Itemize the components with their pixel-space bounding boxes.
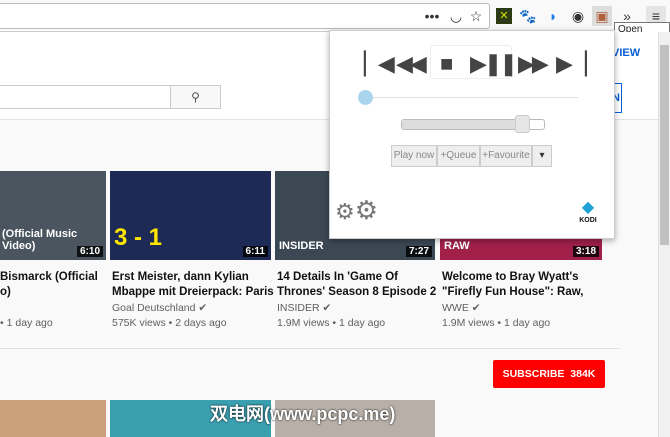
video-stats: 1.9M views • 1 day ago xyxy=(277,317,386,329)
channel-name[interactable]: WWE ✔ xyxy=(442,302,481,314)
video-thumbnail[interactable]: (Official Music Video) 6:10 xyxy=(0,171,106,260)
video-title[interactable]: Welcome to Bray Wyatt's "Firefly Fun Hou… xyxy=(442,270,604,300)
video-duration: 7:27 xyxy=(405,246,432,257)
fast-forward-icon[interactable]: ▶▶ xyxy=(518,51,549,77)
url-bar[interactable] xyxy=(0,3,490,29)
kodi-extension-icon[interactable]: ▣ xyxy=(592,6,612,26)
video-duration: 6:11 xyxy=(242,246,268,257)
video-stats: • 1 day ago xyxy=(0,317,53,329)
subscribe-button[interactable]: SUBSCRIBE 384K xyxy=(493,360,605,388)
verified-icon: ✔ xyxy=(322,302,332,314)
play-now-button[interactable]: Play now xyxy=(391,145,437,167)
extension-x-icon[interactable]: ✕ xyxy=(496,8,512,24)
video-stats: 575K views • 2 days ago xyxy=(112,317,227,329)
volume-slider-handle[interactable] xyxy=(515,115,531,133)
divider xyxy=(0,348,620,349)
thumbnail-overlay-text: INSIDER xyxy=(279,240,324,252)
favourite-button[interactable]: +Favourite xyxy=(480,145,532,167)
search-button[interactable]: ⚲ xyxy=(170,85,221,109)
kodi-logo: ◆ KODI xyxy=(579,199,597,224)
search-input[interactable] xyxy=(0,85,171,109)
video-duration: 6:10 xyxy=(76,246,103,257)
audio-extension-icon[interactable]: ◗ xyxy=(543,6,563,26)
channel-name[interactable]: Goal Deutschland ✔ xyxy=(112,302,207,314)
subscribe-label: SUBSCRIBE xyxy=(502,368,565,380)
view-link[interactable]: VIEW xyxy=(612,47,640,59)
settings-gears-icon[interactable]: ⚙⚙ xyxy=(335,195,378,226)
video-title[interactable]: 14 Details In 'Game Of Thrones' Season 8… xyxy=(277,270,439,300)
paw-extension-icon[interactable]: 🐾 xyxy=(518,6,538,26)
video-title[interactable]: Erst Meister, dann Kylian Mbappe mit Dre… xyxy=(112,270,274,300)
page-actions-button[interactable]: ••• xyxy=(422,6,442,26)
video-duration: 3:18 xyxy=(572,246,599,257)
scrollbar-thumb[interactable] xyxy=(660,45,669,245)
progress-slider-handle[interactable] xyxy=(358,90,373,105)
skip-next-icon[interactable]: ▶▕ xyxy=(556,51,587,77)
watermark: 双电网(www.pcpc.me) xyxy=(210,404,396,424)
play-pause-icon[interactable]: ▶❚❚ xyxy=(470,51,518,77)
browser-toolbar: ••• ◡ ☆ ✕ 🐾 ◗ ◉ ▣ » ≡ xyxy=(0,0,670,32)
channel-name[interactable]: INSIDER ✔ xyxy=(277,302,331,314)
verified-icon: ✔ xyxy=(198,302,208,314)
verified-icon: ✔ xyxy=(471,302,481,314)
thumbnail-overlay-text: 3 - 1 xyxy=(114,224,163,251)
pocket-icon[interactable]: ◡ xyxy=(446,6,466,26)
dropdown-chevron-icon[interactable]: ▾ xyxy=(532,145,552,167)
search-icon: ⚲ xyxy=(191,90,200,104)
rewind-icon[interactable]: ◀◀ xyxy=(396,51,427,77)
bookmark-star-icon[interactable]: ☆ xyxy=(466,6,486,26)
play-extension-icon[interactable]: ◉ xyxy=(568,6,588,26)
thumbnail-overlay-text: RAW xyxy=(444,240,470,252)
skip-previous-icon[interactable]: ▏◀ xyxy=(364,51,395,77)
queue-button[interactable]: +Queue xyxy=(437,145,480,167)
video-thumbnail[interactable] xyxy=(0,400,106,437)
subscriber-count: 384K xyxy=(570,368,596,380)
progress-slider[interactable] xyxy=(360,97,578,98)
video-thumbnail[interactable]: 3 - 1 6:11 xyxy=(110,171,271,260)
video-stats: 1.9M views • 1 day ago xyxy=(442,317,551,329)
kodi-popup: ▏◀ ◀◀ ■ ▶❚❚ ▶▶ ▶▕ Play now +Queue +Favou… xyxy=(329,30,615,239)
stop-icon[interactable]: ■ xyxy=(440,51,453,77)
